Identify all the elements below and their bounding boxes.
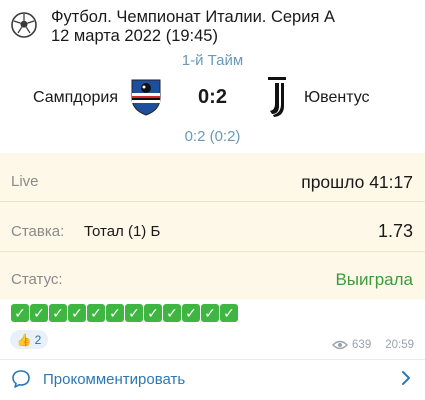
detail-score: 0:2 (0:2) — [184, 128, 241, 145]
status-value: Выиграла — [335, 270, 413, 289]
match-date: 12 марта 2022 (19:45) — [51, 27, 218, 45]
check-mark-icon: ✓ — [68, 304, 86, 322]
league-title: Футбол. Чемпионат Италии. Серия А — [51, 8, 335, 26]
check-mark-icon: ✓ — [144, 304, 162, 322]
bet-label: Ставка: — [11, 223, 65, 240]
check-mark-icon: ✓ — [49, 304, 67, 322]
match-period: 1-й Тайм — [181, 52, 244, 69]
live-label: Live — [11, 173, 39, 190]
check-mark-icon: ✓ — [182, 304, 200, 322]
bet-type: Тотал (1) Б — [84, 223, 161, 240]
bet-details-panel: Live прошло 41:17 Ставка: Тотал (1) Б 1.… — [0, 153, 425, 299]
message-time: 20:59 — [385, 339, 414, 351]
thumbs-up-icon: 👍 — [16, 332, 32, 347]
message-header: Футбол. Чемпионат Италии. Серия А 12 мар… — [0, 0, 425, 50]
comment-button[interactable]: Прокомментировать — [0, 360, 425, 400]
check-mark-icon: ✓ — [163, 304, 181, 322]
reaction-button[interactable]: 👍 2 — [10, 330, 48, 349]
comment-bubble-icon — [12, 370, 30, 388]
comment-label: Прокомментировать — [43, 371, 186, 388]
away-team-name: Ювентус — [304, 89, 370, 106]
check-mark-icon: ✓ — [106, 304, 124, 322]
reaction-count: 2 — [34, 332, 42, 347]
live-time-value: прошло 41:17 — [301, 172, 413, 192]
chevron-right-icon — [402, 371, 410, 385]
status-label: Статус: — [11, 271, 63, 288]
row-divider — [0, 201, 425, 202]
check-mark-icon: ✓ — [30, 304, 48, 322]
check-mark-icon: ✓ — [201, 304, 219, 322]
view-count: 639 — [352, 339, 372, 351]
win-checkmarks: ✓ ✓ ✓ ✓ ✓ ✓ ✓ ✓ ✓ ✓ ✓ ✓ — [11, 304, 238, 326]
bet-odds: 1.73 — [377, 221, 413, 241]
check-mark-icon: ✓ — [220, 304, 238, 322]
check-mark-icon: ✓ — [125, 304, 143, 322]
message-meta: 639 20:59 — [332, 339, 414, 351]
check-mark-icon: ✓ — [11, 304, 29, 322]
eye-icon — [332, 340, 349, 350]
soccer-ball-icon — [11, 12, 37, 38]
check-mark-icon: ✓ — [87, 304, 105, 322]
row-divider — [0, 251, 425, 252]
juventus-logo-icon — [268, 77, 286, 117]
